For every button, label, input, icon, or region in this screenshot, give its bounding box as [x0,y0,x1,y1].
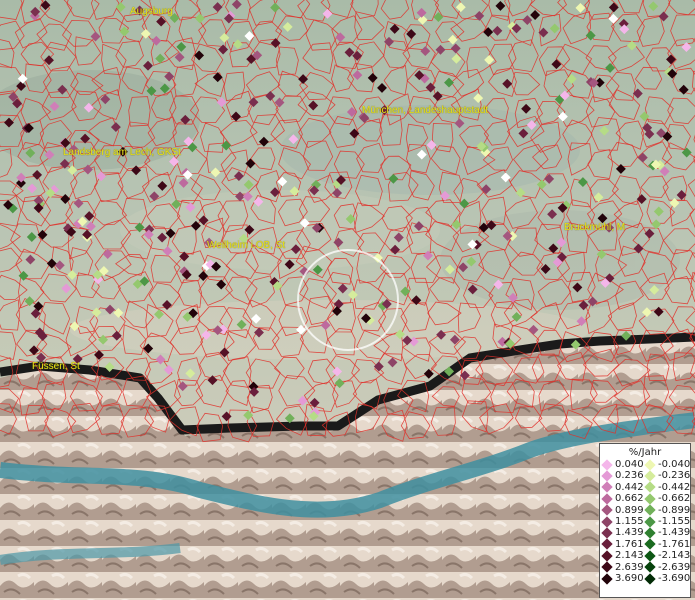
legend-entry-positive: 2.143 [601,550,646,562]
legend-row: 1.155 -1.155 [601,515,691,528]
legend-label: -0.899 [658,504,691,516]
legend-entry-negative: -1.155 [644,515,691,528]
legend-entry-negative: -0.442 [644,481,691,494]
legend-entry-positive: 1.761 [601,538,646,551]
legend-label: 2.639 [615,561,644,573]
legend-swatch [644,493,656,505]
legend-swatch [601,538,613,551]
legend-swatch [644,561,656,573]
legend-entry-negative: -0.899 [644,504,691,516]
legend-swatch [644,572,656,585]
legend-swatch [601,527,613,539]
legend-swatch [601,481,613,494]
city-label-augsburg: Augsburg [130,6,173,17]
legend-swatch [601,515,613,528]
legend-row: 1.761 -1.761 [601,538,691,551]
legend-label: -0.442 [658,481,691,493]
map-view[interactable]: Augsburg München, Landeshauptstadt Lands… [0,0,695,600]
legend-row: 2.143 -2.143 [601,550,691,562]
legend-swatch [601,561,613,573]
legend-row: 1.439 -1.439 [601,527,691,539]
legend-row: 2.639 -2.639 [601,561,691,573]
legend-label: -0.040 [658,459,691,470]
legend-swatch [644,504,656,516]
legend-swatch [601,572,613,585]
legend-label: 0.662 [615,493,644,505]
legend-entry-positive: 0.662 [601,493,646,505]
legend-entry-positive: 0.442 [601,481,646,494]
legend-label: -1.155 [658,515,691,527]
city-label-fuessen: Füssen, St [32,361,80,372]
legend-entry-negative: -2.143 [644,550,691,562]
legend-entry-negative: -1.439 [644,527,691,539]
legend-swatch [644,459,656,471]
legend-label: 3.690 [615,572,644,584]
legend-row: 3.690 -3.690 [601,572,691,585]
city-label-landsberg: Landsberg am Lech, GKSt [63,147,181,158]
legend-entry-positive: 0.040 [601,459,646,471]
legend-entry-negative: -0.662 [644,493,691,505]
legend-entry-positive: 0.236 [601,470,646,482]
legend-swatch [601,493,613,505]
legend-entry-positive: 1.439 [601,527,646,539]
legend-entry-negative: -1.761 [644,538,691,551]
map-canvas[interactable] [0,0,695,600]
legend-label: 0.236 [615,470,644,482]
legend-label: -3.690 [658,572,691,584]
legend-label: -0.662 [658,493,691,505]
legend-entry-negative: -2.639 [644,561,691,573]
legend-swatch [601,459,613,471]
legend-row: 0.442 -0.442 [601,481,691,494]
legend-label: 0.899 [615,504,644,516]
legend-label: 2.143 [615,550,644,562]
legend-entry-positive: 0.899 [601,504,646,516]
legend-rows: 0.040 -0.040 0.236 -0.236 0.442 -0.442 0.662 -0… [601,459,691,585]
legend-swatch [644,515,656,528]
legend-label: 1.439 [615,527,644,539]
legend-label: -0.236 [658,470,691,482]
city-label-muenchen: München, Landeshauptstadt [362,105,489,116]
legend-entry-positive: 2.639 [601,561,646,573]
city-label-weilheim: Weilheim i.OB, St [207,240,286,251]
legend-entry-positive: 1.155 [601,515,646,528]
legend-label: -2.143 [658,550,691,562]
legend-row: 0.899 -0.899 [601,504,691,516]
legend-label: 0.442 [615,481,644,493]
legend-label: 0.040 [615,459,644,470]
legend-entry-negative: -0.040 [644,459,691,471]
legend-label: -1.439 [658,527,691,539]
legend-swatch [644,538,656,551]
map-legend: %/Jahr 0.040 -0.040 0.236 -0.236 0.442 -0.442… [599,443,691,598]
legend-swatch [601,470,613,482]
legend-label: 1.155 [615,515,644,527]
legend-row: 0.040 -0.040 [601,459,691,471]
legend-label: 1.761 [615,538,644,550]
legend-title: %/Jahr [628,447,662,458]
legend-swatch [601,504,613,516]
legend-swatch [644,470,656,482]
city-label-bruckmuehl: Bruckmühl, M [564,222,626,233]
legend-row: 0.662 -0.662 [601,493,691,505]
legend-entry-negative: -3.690 [644,572,691,585]
legend-entry-negative: -0.236 [644,470,691,482]
legend-swatch [644,550,656,562]
legend-swatch [601,550,613,562]
legend-label: -2.639 [658,561,691,573]
legend-swatch [644,481,656,494]
legend-entry-positive: 3.690 [601,572,646,585]
legend-row: 0.236 -0.236 [601,470,691,482]
legend-label: -1.761 [658,538,691,550]
legend-swatch [644,527,656,539]
